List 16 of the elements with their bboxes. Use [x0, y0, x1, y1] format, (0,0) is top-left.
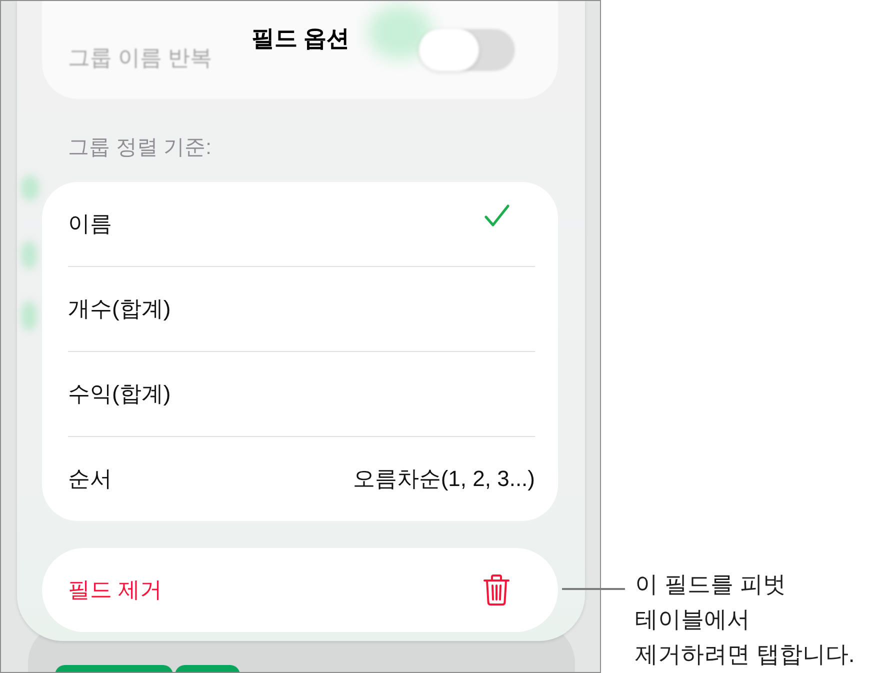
order-label: 순서 — [68, 465, 112, 493]
sort-option[interactable]: 수익(합계) — [68, 352, 535, 437]
sort-option[interactable]: 이름 — [68, 182, 535, 267]
trash-icon — [483, 574, 510, 606]
callout-line — [562, 588, 625, 590]
blurred-spot-drawing — [21, 301, 37, 331]
setting-label: 그룹 이름 반복 — [68, 44, 212, 72]
blurred-spot-drawing — [21, 241, 37, 269]
order-value[interactable]: 오름차순(1, 2, 3...) — [352, 464, 535, 494]
callout-text: 이 필드를 피벗 테이블에서 제거하려면 탭합니다. — [635, 570, 855, 669]
remove-field-button[interactable]: 필드 제거 — [42, 548, 558, 632]
section-label: 그룹 정렬 기준: — [68, 136, 213, 160]
blurred-spot-drawing — [21, 175, 39, 201]
toggle-switch[interactable] — [419, 29, 515, 71]
sort-option[interactable]: 개수(합계) — [68, 267, 535, 352]
sheet-title: 필드 옵션 — [251, 24, 350, 52]
